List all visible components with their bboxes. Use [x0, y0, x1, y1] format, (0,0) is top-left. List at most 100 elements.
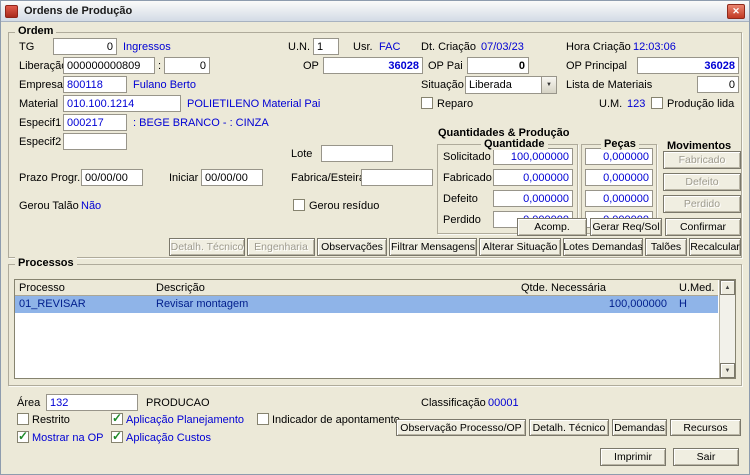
cell-processo: 01_REVISAR [19, 298, 86, 310]
ordens-producao-window: Ordens de Produção ✕ Ordem TG Ingressos … [0, 0, 750, 475]
restrito-label: Restrito [32, 414, 70, 426]
table-row[interactable]: 01_REVISAR Revisar montagem 100,000000 H [15, 296, 718, 313]
indicador-apontamento-checkbox[interactable] [257, 413, 269, 425]
classificacao-label: Classificação [421, 397, 486, 409]
liberacao-input[interactable] [63, 57, 155, 74]
observacao-processo-op-button[interactable]: Observação Processo/OP [396, 419, 526, 436]
imprimir-button[interactable]: Imprimir [600, 448, 666, 466]
material-desc: POLIETILENO Material Pai [187, 98, 321, 110]
observacoes-button[interactable]: Observações [317, 238, 387, 256]
cell-descricao: Revisar montagem [156, 298, 249, 310]
liberacao-separator: : [158, 60, 162, 72]
op-principal-label: OP Principal [566, 60, 627, 72]
chevron-down-icon[interactable]: ▼ [541, 77, 556, 93]
perdido-label: Perdido [443, 214, 481, 226]
gerar-req-sol-button[interactable]: Gerar Req/Sol [590, 218, 662, 236]
un-input[interactable] [313, 38, 339, 55]
hora-criacao-value: 12:03:06 [633, 41, 676, 53]
processos-group-legend: Processos [15, 257, 77, 269]
cell-umed: H [679, 298, 687, 310]
liberacao-seq-input[interactable] [164, 57, 210, 74]
op-input[interactable] [323, 57, 423, 74]
engenharia-button[interactable]: Engenharia [247, 238, 315, 256]
aplicacao-planejamento-label: Aplicação Planejamento [126, 414, 245, 426]
filtrar-mensagens-button[interactable]: Filtrar Mensagens [389, 238, 477, 256]
iniciar-label: Iniciar [169, 172, 199, 184]
especif2-input[interactable] [63, 133, 127, 150]
scroll-down-icon[interactable]: ▼ [720, 363, 735, 378]
titlebar[interactable]: Ordens de Produção ✕ [1, 1, 749, 22]
lista-materiais-label: Lista de Materiais [566, 79, 653, 91]
detalh-tecnico-footer-button[interactable]: Detalh. Técnico [529, 419, 609, 436]
aplicacao-planejamento-checkbox[interactable] [111, 411, 123, 425]
aplicacao-custos-checkbox[interactable] [111, 429, 123, 443]
ordem-group-legend: Ordem [15, 25, 57, 37]
confirmar-button[interactable]: Confirmar [665, 218, 741, 236]
gerou-residuo-checkbox[interactable] [293, 199, 305, 211]
gerou-talao-value: Não [81, 200, 102, 212]
empresa-input[interactable] [63, 76, 127, 93]
col-header-umed: U.Med. [679, 282, 715, 294]
un-label: U.N. [288, 41, 310, 53]
gerou-residuo-label: Gerou resíduo [309, 200, 380, 212]
um-value: 123 [627, 98, 646, 110]
tg-desc: Ingressos [123, 41, 171, 53]
defeito-mov-button[interactable]: Defeito [663, 173, 741, 191]
fabrica-esteira-label: Fabrica/Esteira [291, 172, 365, 184]
solicitado-pecas-input[interactable] [585, 148, 653, 165]
op-principal-input[interactable] [637, 57, 739, 74]
area-desc: PRODUCAO [146, 397, 210, 409]
reparo-checkbox[interactable] [421, 97, 433, 109]
especif2-label: Especif2 [19, 136, 62, 148]
mostrar-na-op-checkbox[interactable] [17, 429, 29, 443]
demandas-button[interactable]: Demandas [612, 419, 667, 436]
lote-input[interactable] [321, 145, 393, 162]
tg-input[interactable] [53, 38, 117, 55]
fabricado-pecas-input[interactable] [585, 169, 653, 186]
lote-label: Lote [291, 148, 313, 160]
dt-criacao-value: 07/03/23 [481, 41, 524, 53]
solicitado-label: Solicitado [443, 151, 491, 163]
area-input[interactable] [46, 394, 138, 411]
defeito-label: Defeito [443, 193, 478, 205]
restrito-checkbox[interactable] [17, 413, 29, 425]
hora-criacao-label: Hora Criação [566, 41, 631, 53]
usr-label: Usr. [353, 41, 373, 53]
recalcular-button[interactable]: Recalcular [689, 238, 741, 256]
tg-label: TG [19, 41, 35, 53]
lista-materiais-input[interactable] [697, 76, 739, 93]
fabricado-mov-button[interactable]: Fabricado [663, 151, 741, 169]
close-icon[interactable]: ✕ [727, 3, 745, 19]
iniciar-input[interactable] [201, 169, 263, 186]
op-pai-input[interactable] [467, 57, 529, 74]
recursos-button[interactable]: Recursos [670, 419, 741, 436]
empresa-desc: Fulano Berto [133, 79, 196, 91]
especif1-input[interactable] [63, 114, 127, 131]
sair-button[interactable]: Sair [673, 448, 739, 466]
situacao-select[interactable]: Liberada ▼ [465, 76, 557, 94]
lotes-demandas-button[interactable]: Lotes Demandas [563, 238, 643, 256]
acomp-button[interactable]: Acomp. [517, 218, 587, 236]
scroll-up-icon[interactable]: ▲ [720, 280, 735, 295]
col-header-qtde-necessaria: Qtde. Necessária [521, 282, 606, 294]
detalh-tecnico-button[interactable]: Detalh. Técnico [169, 238, 245, 256]
perdido-mov-button[interactable]: Perdido [663, 195, 741, 213]
material-input[interactable] [63, 95, 181, 112]
fabrica-esteira-input[interactable] [361, 169, 433, 186]
prazo-progr-label: Prazo Progr. [19, 172, 81, 184]
prazo-progr-input[interactable] [81, 169, 143, 186]
op-pai-label: OP Pai [428, 60, 463, 72]
solicitado-quantidade-input[interactable] [493, 148, 573, 165]
defeito-pecas-input[interactable] [585, 190, 653, 207]
material-label: Material [19, 98, 59, 110]
taloes-button[interactable]: Talões [645, 238, 687, 256]
defeito-quantidade-input[interactable] [493, 190, 573, 207]
grid-scrollbar[interactable]: ▲ ▼ [719, 280, 735, 378]
alterar-situacao-button[interactable]: Alterar Situação [479, 238, 561, 256]
classificacao-value: 00001 [488, 397, 519, 409]
fabricado-quantidade-input[interactable] [493, 169, 573, 186]
liberacao-label: Liberação [19, 60, 68, 72]
producao-lida-checkbox[interactable] [651, 97, 663, 109]
usr-value: FAC [379, 41, 401, 53]
app-icon [5, 4, 18, 18]
